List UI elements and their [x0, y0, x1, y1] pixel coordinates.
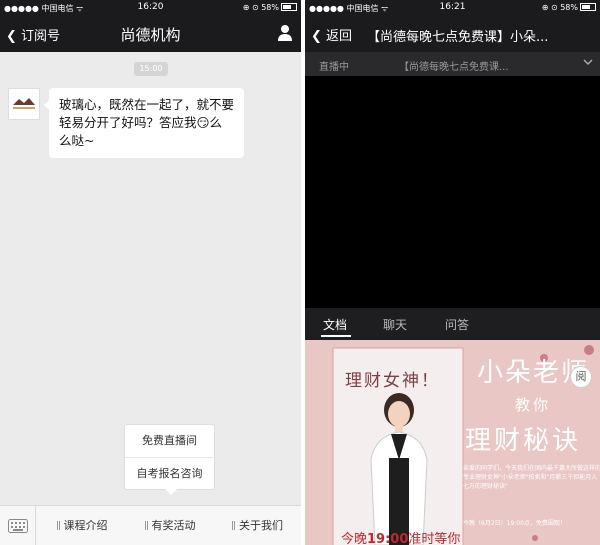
poster-time-banner: 今晚19:00准时等你: [341, 528, 460, 545]
status-bar: ●●●●● 中国电信 ᯤ 16:20 ⊕ ⊙ 58%: [0, 0, 301, 16]
logo-icon: [13, 98, 35, 109]
time-value: 19:00: [367, 532, 409, 545]
submenu-popup: 免费直播间 自考报名咨询: [124, 424, 215, 495]
poster-heading: 理财女神！: [345, 371, 440, 391]
menu-icon: [56, 521, 60, 530]
submenu-item-live[interactable]: 免费直播间: [125, 425, 214, 457]
left-phone-screen: ●●●●● 中国电信 ᯤ 16:20 ⊕ ⊙ 58% ❮ 订阅号 尚德机构 15…: [0, 0, 301, 545]
poster-slogan: 理财秘诀: [465, 426, 582, 456]
keyboard-icon: [8, 519, 28, 533]
poster-description: 亲爱的同学们，今天我们在国内最千篇大所做这样的专业理财女神"小朵老师"拍卖和"月…: [463, 465, 600, 490]
message-timestamp: 15:00: [134, 62, 168, 76]
battery-icon: [580, 3, 596, 11]
nav-bar: ❮ 订阅号 尚德机构: [0, 16, 301, 52]
avatar[interactable]: [8, 88, 40, 120]
poster-subheading: 教你: [515, 396, 552, 414]
menu-bar: 课程介绍 有奖活动 关于我们: [0, 505, 301, 545]
battery-status: ⊕ ⊙ 58%: [542, 3, 596, 12]
keyboard-toggle-button[interactable]: [0, 506, 36, 545]
nav-bar: ❮ 返回 【尚德每晚七点免费课】小朵...: [305, 16, 600, 52]
time-suffix: 准时等你: [408, 532, 461, 545]
profile-button[interactable]: [277, 24, 293, 46]
menu-item-activities[interactable]: 有奖活动: [126, 506, 214, 545]
person-icon: [278, 25, 292, 41]
back-label: 返回: [326, 29, 353, 44]
live-status-bar: 直播中 【尚德每晚七点免费课...: [305, 52, 600, 76]
page-title: 尚德机构: [120, 26, 181, 44]
chat-message-bubble: 玻璃心，既然在一起了，就不要轻易分开了好吗？答应我😏么么哒~: [44, 88, 244, 158]
right-phone-screen: ●●●●● 中国电信 ᯤ 16:21 ⊕ ⊙ 58% ❮ 返回 【尚德每晚七点免…: [305, 0, 600, 545]
menu-item-about[interactable]: 关于我们: [214, 506, 301, 545]
menu-icon: [232, 521, 235, 530]
menu-item-label: 课程介绍: [63, 519, 108, 532]
menu-item-courses[interactable]: 课程介绍: [38, 506, 126, 545]
poster-date: 今晚（6月2日）19:00点，免费围观！: [463, 520, 566, 527]
page-title: 【尚德每晚七点免费课】小朵...: [367, 30, 549, 45]
chevron-left-icon: ❮: [311, 29, 322, 44]
battery-status: ⊕ ⊙ 58%: [243, 3, 297, 12]
video-player[interactable]: [305, 76, 600, 308]
time-prefix: 今晚: [341, 532, 368, 545]
live-status-label: 直播中: [319, 62, 349, 73]
expand-document-button[interactable]: 阅: [570, 366, 592, 388]
battery-icon: [281, 3, 297, 11]
tab-bar: 文档 聊天 问答: [305, 308, 600, 340]
menu-icon: [144, 521, 148, 530]
tab-qa[interactable]: 问答: [445, 316, 469, 333]
tab-document[interactable]: 文档: [323, 316, 347, 333]
active-tab-indicator: [321, 335, 351, 337]
back-button[interactable]: ❮ 返回: [311, 25, 352, 44]
status-bar: ●●●●● 中国电信 ᯤ 16:21 ⊕ ⊙ 58%: [305, 0, 600, 16]
document-view[interactable]: 理财女神！ 小朵老师 教你 理财秘诀 亲爱的同学们，今天我们在国内最千篇大所做这…: [305, 340, 600, 545]
menu-item-label: 关于我们: [239, 519, 283, 532]
tab-chat[interactable]: 聊天: [383, 316, 407, 333]
chevron-down-icon[interactable]: [582, 56, 594, 71]
submenu-item-enroll[interactable]: 自考报名咨询: [125, 457, 214, 489]
chevron-left-icon: ❮: [6, 29, 17, 44]
course-title: 【尚德每晚七点免费课...: [399, 62, 509, 73]
menu-item-label: 有奖活动: [151, 519, 196, 532]
